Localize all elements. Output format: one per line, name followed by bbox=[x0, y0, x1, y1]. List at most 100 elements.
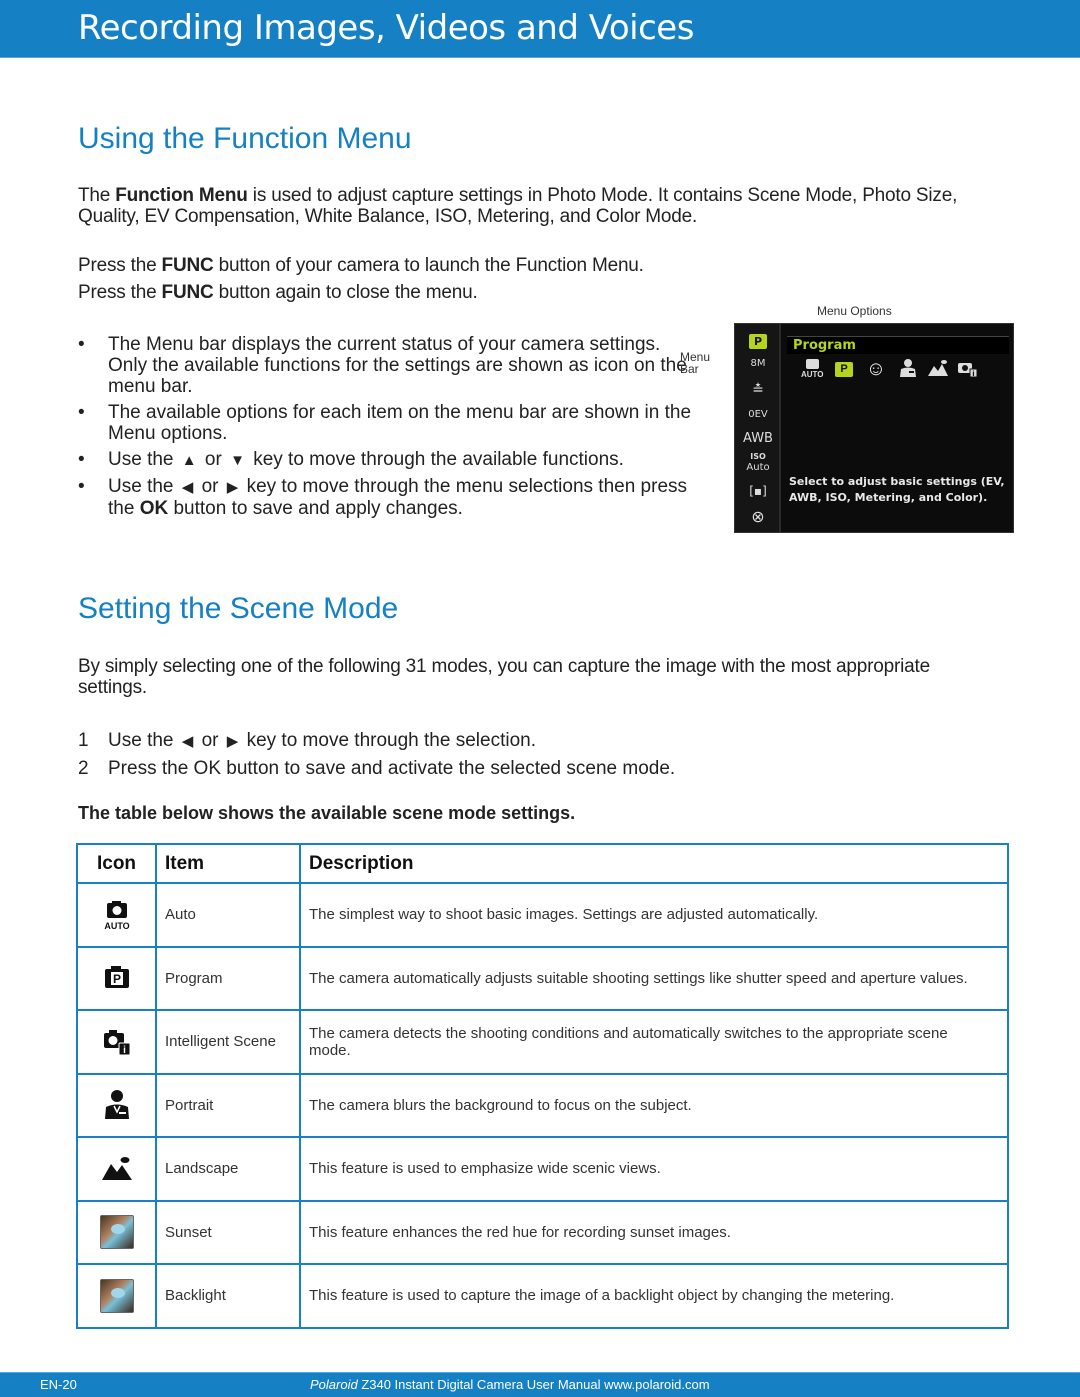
table-row: Portrait The camera blurs the background… bbox=[76, 1072, 1009, 1138]
camera-screen-illustration: P 8M ≛ 0EV AWB ISO Auto [▪] ⊗ Program AU… bbox=[734, 323, 1014, 533]
bullet-item: • The available options for each item on… bbox=[78, 402, 698, 444]
scene-mode-intro: By simply selecting one of the following… bbox=[78, 656, 930, 698]
footer-text: Polaroid Z340 Instant Digital Camera Use… bbox=[310, 1377, 710, 1392]
intro-text: The bbox=[78, 185, 116, 206]
quality-icon: ≛ bbox=[752, 382, 764, 398]
table-row: Sunset This feature enhances the red hue… bbox=[76, 1199, 1009, 1265]
camera-menu-bar: P 8M ≛ 0EV AWB ISO Auto [▪] ⊗ bbox=[735, 324, 781, 532]
smile-icon: ☺ bbox=[865, 358, 887, 380]
menu-bar-label-line: Bar bbox=[680, 362, 699, 376]
section-heading-function-menu: Using the Function Menu bbox=[78, 122, 412, 155]
photo-size-icon: 8M bbox=[750, 358, 766, 369]
table-caption: The table below shows the available scen… bbox=[78, 803, 576, 823]
icon-cell bbox=[76, 1072, 157, 1138]
step-text: Press the OK button to save and activate… bbox=[108, 758, 676, 779]
metering-icon: [▪] bbox=[749, 484, 767, 498]
item-name: Landscape bbox=[155, 1136, 301, 1202]
function-menu-bullets: • The Menu bar displays the current stat… bbox=[78, 334, 698, 524]
icon-cell bbox=[76, 1263, 157, 1329]
press-func-line-2: Press the FUNC button again to close the… bbox=[78, 282, 478, 303]
ok-key-label: OK bbox=[139, 498, 169, 519]
auto-camera-icon: AUTO bbox=[100, 898, 134, 932]
item-name: Sunset bbox=[155, 1199, 301, 1265]
bullet-text: button to save and apply changes. bbox=[168, 498, 463, 519]
column-header-item: Item bbox=[155, 843, 301, 884]
column-header-icon: Icon bbox=[76, 843, 157, 884]
svg-text:AUTO: AUTO bbox=[104, 921, 129, 931]
icon-cell bbox=[76, 1199, 157, 1265]
section-heading-scene-mode: Setting the Scene Mode bbox=[78, 592, 399, 625]
bullet-text: The available options for each item on t… bbox=[108, 402, 692, 444]
scene-mode-steps: 1 Use the ◀ or ▶ key to move through the… bbox=[78, 730, 675, 785]
footer-manual-text: Z340 Instant Digital Camera User Manual … bbox=[357, 1377, 710, 1392]
screen-help-text: Select to adjust basic settings (EV, AWB… bbox=[789, 475, 1005, 504]
item-description: The camera blurs the background to focus… bbox=[299, 1072, 1009, 1138]
left-arrow-icon: ◀ bbox=[181, 479, 194, 496]
bullet-text: or bbox=[196, 476, 224, 497]
sunset-photo-icon bbox=[99, 1215, 134, 1250]
text: Press the bbox=[78, 282, 162, 303]
bullet-dot: • bbox=[78, 334, 85, 355]
up-arrow-icon: ▲ bbox=[181, 452, 197, 469]
text: button of your camera to launch the Func… bbox=[213, 255, 644, 276]
table-row: P Program The camera automatically adjus… bbox=[76, 945, 1009, 1011]
intelligent-scene-icon: i bbox=[957, 358, 979, 380]
ev-icon: 0EV bbox=[748, 409, 768, 420]
func-key-label: FUNC bbox=[161, 255, 214, 276]
icon-cell bbox=[76, 1136, 157, 1202]
right-arrow-icon: ▶ bbox=[226, 479, 239, 496]
item-name: Portrait bbox=[155, 1072, 301, 1138]
bullet-item: • Use the ◀ or ▶ key to move through the… bbox=[78, 476, 698, 519]
step-text: or bbox=[196, 730, 224, 751]
auto-label: AUTO bbox=[801, 370, 824, 379]
portrait-icon bbox=[100, 1088, 134, 1122]
item-name: Program bbox=[155, 945, 301, 1011]
menu-options-label: Menu Options bbox=[817, 304, 892, 318]
scene-mode-table: Icon Item Description AUTO Auto The simp… bbox=[76, 843, 1009, 1329]
text: Press the bbox=[78, 255, 162, 276]
screen-title: Program bbox=[793, 338, 856, 353]
svg-text:i: i bbox=[123, 1045, 126, 1056]
bullet-item: • Use the ▲ or ▼ key to move through the… bbox=[78, 449, 698, 471]
table-row: Backlight This feature is used to captur… bbox=[76, 1263, 1009, 1329]
landscape-icon bbox=[927, 358, 949, 380]
bullet-text: The Menu bar displays the current status… bbox=[108, 334, 687, 397]
color-mode-icon: ⊗ bbox=[751, 507, 765, 526]
item-description: The camera automatically adjusts suitabl… bbox=[299, 945, 1009, 1011]
item-name: Backlight bbox=[155, 1263, 301, 1329]
bullet-text: Use the bbox=[108, 476, 179, 497]
bullet-text: or bbox=[199, 449, 228, 470]
bullet-dot: • bbox=[78, 449, 85, 470]
menu-bar-label: Menu Bar bbox=[680, 351, 710, 375]
program-icon: P bbox=[835, 362, 853, 377]
icon-cell: i bbox=[76, 1009, 157, 1075]
item-description: The camera detects the shooting conditio… bbox=[299, 1009, 1009, 1075]
iso-icon: ISO bbox=[750, 452, 766, 461]
icon-cell: AUTO bbox=[76, 882, 157, 948]
item-description: This feature is used to capture the imag… bbox=[299, 1263, 1009, 1329]
step-item: 2 Press the OK button to save and activa… bbox=[78, 758, 675, 779]
step-text: Use the bbox=[108, 730, 179, 751]
step-number: 1 bbox=[78, 730, 89, 751]
column-header-description: Description bbox=[299, 843, 1009, 884]
program-mode-icon: P bbox=[749, 334, 767, 349]
program-icon: P bbox=[100, 961, 134, 995]
down-arrow-icon: ▼ bbox=[230, 452, 245, 469]
svg-text:i: i bbox=[972, 370, 974, 378]
item-description: The simplest way to shoot basic images. … bbox=[299, 882, 1009, 948]
function-menu-intro: The Function Menu is used to adjust capt… bbox=[78, 185, 1018, 227]
table-row: i Intelligent Scene The camera detects t… bbox=[76, 1009, 1009, 1075]
auto-camera-icon: AUTO bbox=[801, 358, 824, 380]
white-balance-icon: AWB bbox=[743, 431, 773, 446]
bullet-text: Use the bbox=[108, 449, 179, 470]
svg-text:P: P bbox=[112, 972, 120, 986]
item-name: Auto bbox=[155, 882, 301, 948]
step-text: key to move through the selection. bbox=[241, 730, 536, 751]
header-bar: Recording Images, Videos and Voices bbox=[0, 0, 1080, 58]
intro-bold: Function Menu bbox=[115, 185, 248, 206]
mode-icon-row: AUTO P ☺ i bbox=[797, 358, 1007, 382]
text: button again to close the menu. bbox=[213, 282, 478, 303]
right-arrow-icon: ▶ bbox=[226, 733, 239, 750]
item-description: This feature is used to emphasize wide s… bbox=[299, 1136, 1009, 1202]
table-header-row: Icon Item Description bbox=[76, 843, 1009, 884]
